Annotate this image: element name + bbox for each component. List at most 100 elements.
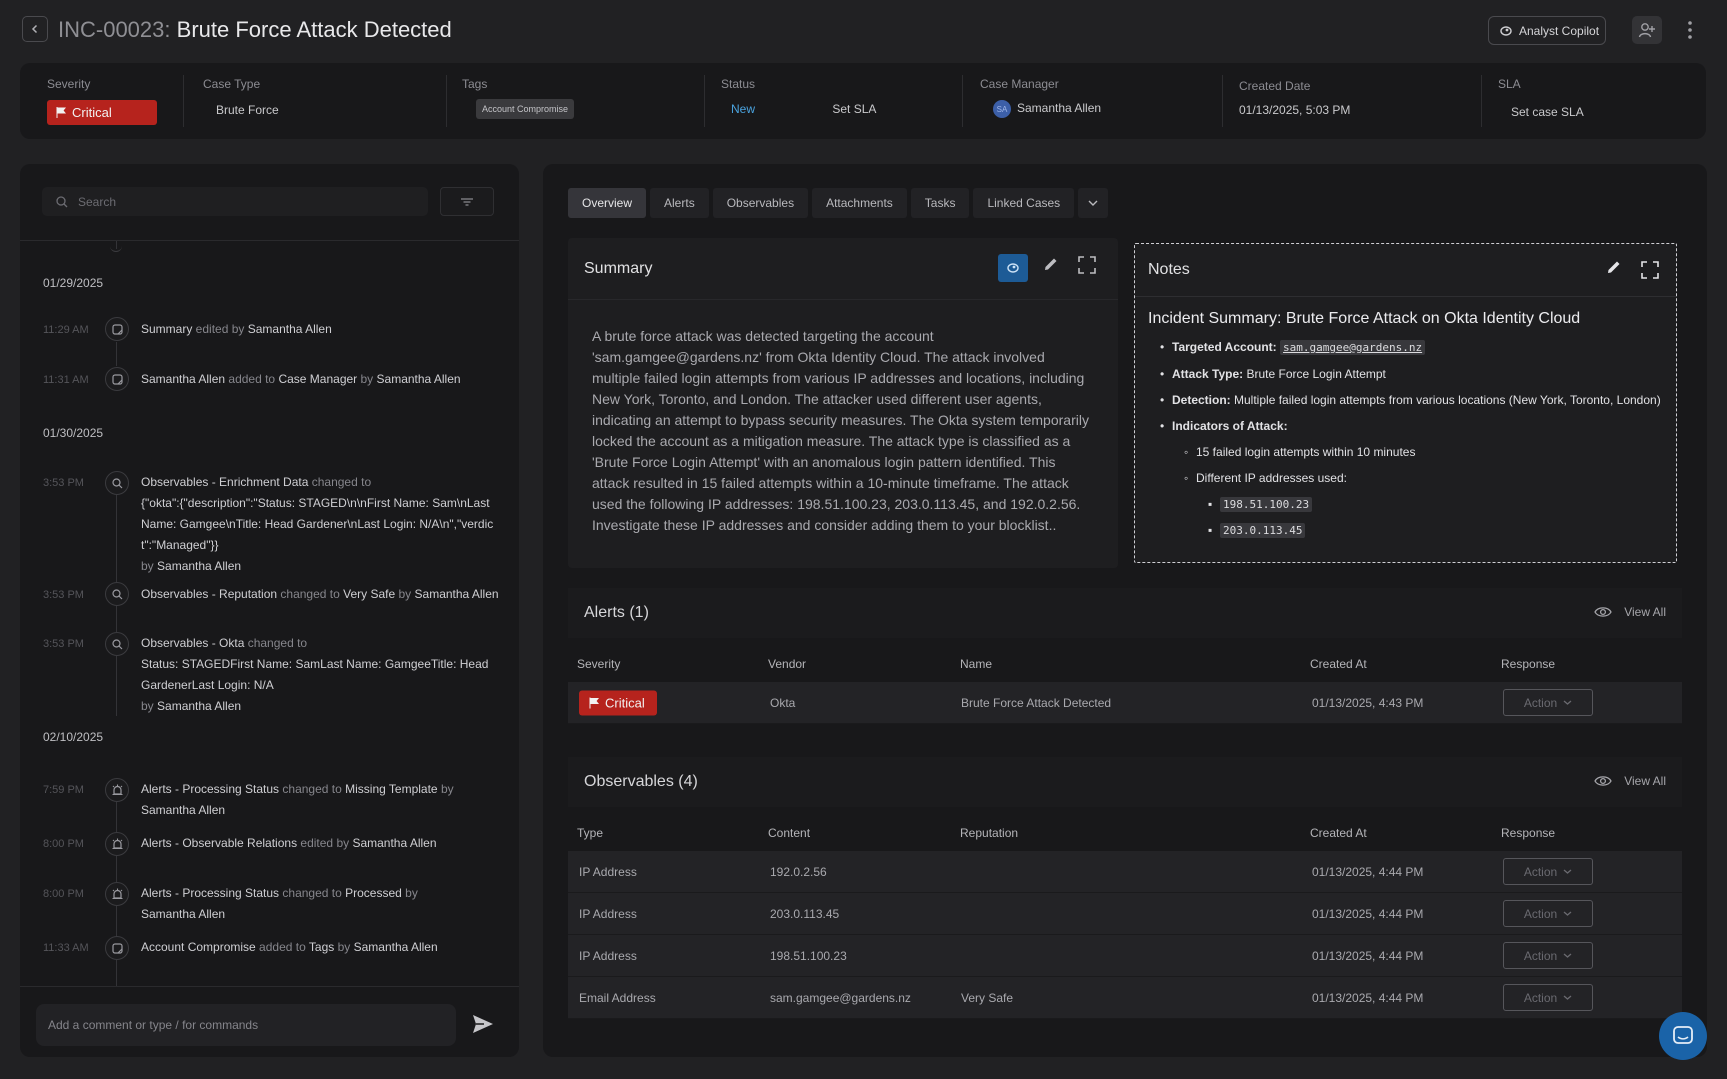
- status-value[interactable]: New: [721, 102, 755, 116]
- tab-overview[interactable]: Overview: [568, 188, 647, 218]
- observables-title: Observables (4): [584, 773, 698, 790]
- note-icon: [105, 317, 129, 341]
- flag-icon: [589, 697, 599, 708]
- sla-label: SLA: [1498, 77, 1521, 91]
- timeline-event: Summary edited by Samantha Allen: [141, 322, 332, 336]
- search-icon: [105, 471, 129, 495]
- observables-section-header: Observables (4) View All: [568, 757, 1682, 807]
- copilot-icon: [1007, 263, 1019, 273]
- tag-chip[interactable]: Account Compromise: [476, 99, 575, 119]
- expand-icon[interactable]: [1641, 261, 1659, 279]
- notes-ip-item: 198.51.100.23: [1148, 495, 1663, 514]
- search-icon: [105, 582, 129, 606]
- case-info-bar: Severity Critical Case Type Brute Force …: [20, 63, 1706, 139]
- timeline-event: Observables - Enrichment Data changed to…: [141, 475, 494, 573]
- ai-summary-button[interactable]: [998, 254, 1028, 282]
- created-date-label: Created Date: [1239, 79, 1311, 93]
- timeline-event: Alerts - Processing Status changed to Mi…: [141, 782, 454, 817]
- more-options-icon[interactable]: [1682, 18, 1698, 42]
- chevron-down-icon: [1563, 911, 1572, 916]
- search-icon: [56, 195, 68, 207]
- action-dropdown[interactable]: Action: [1503, 858, 1593, 885]
- notes-card[interactable]: Notes Incident Summary: Brute Force Atta…: [1134, 243, 1677, 563]
- chevron-left-icon: [31, 24, 38, 34]
- event-time: 3:53 PM: [43, 477, 84, 489]
- tab-linked-cases[interactable]: Linked Cases: [973, 188, 1075, 218]
- set-sla-link[interactable]: Set SLA: [832, 102, 876, 116]
- tab-bar: Overview Alerts Observables Attachments …: [568, 188, 1109, 218]
- table-row[interactable]: IP Address 198.51.100.23 01/13/2025, 4:4…: [568, 935, 1682, 977]
- tab-observables[interactable]: Observables: [712, 188, 809, 218]
- incident-title: Brute Force Attack Detected: [176, 17, 452, 42]
- notes-item: Indicators of Attack:: [1148, 417, 1663, 435]
- notes-body: Incident Summary: Brute Force Attack on …: [1148, 310, 1663, 547]
- action-dropdown[interactable]: Action: [1503, 942, 1593, 969]
- event-time: 3:53 PM: [43, 589, 84, 601]
- filter-button[interactable]: [440, 187, 494, 216]
- avatar: SA: [993, 100, 1011, 118]
- summary-text: A brute force attack was detected target…: [592, 328, 1089, 533]
- case-manager-label: Case Manager: [980, 77, 1059, 91]
- edit-icon[interactable]: [1043, 256, 1059, 272]
- chat-support-button[interactable]: [1659, 1012, 1707, 1060]
- case-manager-field: Case Manager SA Samantha Allen: [980, 77, 1101, 125]
- tags-field: Tags Account Compromise: [462, 77, 575, 125]
- back-button[interactable]: [22, 16, 48, 42]
- chevron-down-icon: [1563, 995, 1572, 1000]
- notes-title: Notes: [1148, 261, 1190, 278]
- copilot-icon: [1500, 25, 1512, 36]
- expand-icon[interactable]: [1078, 256, 1096, 274]
- activity-timeline-panel: Search 01/29/2025 11:29 AM Summary edite…: [20, 164, 519, 1057]
- notes-subitem: Different IP addresses used:: [1148, 469, 1663, 487]
- table-row[interactable]: Critical Okta Brute Force Attack Detecte…: [568, 682, 1682, 724]
- action-dropdown[interactable]: Action: [1503, 689, 1593, 716]
- note-icon: [105, 936, 129, 960]
- case-detail-panel: Overview Alerts Observables Attachments …: [543, 164, 1707, 1057]
- tab-tasks[interactable]: Tasks: [910, 188, 970, 218]
- case-type-value[interactable]: Brute Force: [203, 103, 279, 117]
- timeline-date: 01/30/2025: [43, 426, 104, 440]
- severity-label: Severity: [47, 77, 91, 91]
- edit-icon[interactable]: [1606, 259, 1622, 275]
- analyst-copilot-button[interactable]: Analyst Copilot: [1488, 16, 1606, 45]
- send-icon[interactable]: [472, 1014, 494, 1034]
- notes-item: Targeted Account: sam.gamgee@gardens.nz: [1148, 338, 1663, 357]
- severity-value: Critical: [72, 105, 112, 120]
- comment-input[interactable]: Add a comment or type / for commands: [36, 1004, 456, 1046]
- alerts-title: Alerts (1): [584, 604, 649, 621]
- tab-more-button[interactable]: [1078, 188, 1109, 218]
- status-field: Status New Set SLA: [721, 77, 876, 125]
- event-time: 11:29 AM: [43, 324, 89, 336]
- timeline-event: Observables - Reputation changed to Very…: [141, 587, 499, 601]
- timeline-event: Alerts - Observable Relations edited by …: [141, 836, 437, 850]
- search-icon: [105, 632, 129, 656]
- table-row[interactable]: Email Address sam.gamgee@gardens.nz Very…: [568, 977, 1682, 1019]
- alarm-icon: [105, 832, 129, 856]
- timeline-date: 02/10/2025: [43, 730, 104, 744]
- add-person-icon: [1638, 23, 1655, 38]
- search-input[interactable]: Search: [42, 187, 428, 216]
- case-manager-name: Samantha Allen: [1017, 101, 1102, 116]
- severity-badge[interactable]: Critical: [47, 100, 157, 125]
- assign-user-button[interactable]: [1632, 16, 1662, 44]
- case-manager-value[interactable]: SA Samantha Allen: [980, 100, 1101, 118]
- chevron-down-icon: [1563, 869, 1572, 874]
- set-case-sla-link[interactable]: Set case SLA: [1498, 105, 1584, 119]
- chevron-down-icon: [1563, 953, 1572, 958]
- action-dropdown[interactable]: Action: [1503, 900, 1593, 927]
- chevron-down-icon: [1088, 200, 1098, 206]
- alerts-view-all[interactable]: View All: [1594, 605, 1666, 619]
- tab-alerts[interactable]: Alerts: [650, 188, 709, 218]
- filter-icon: [461, 197, 473, 206]
- table-row[interactable]: IP Address 192.0.2.56 01/13/2025, 4:44 P…: [568, 851, 1682, 893]
- notes-heading: Incident Summary: Brute Force Attack on …: [1148, 310, 1581, 327]
- case-type-field: Case Type Brute Force: [203, 77, 279, 125]
- sla-field: SLA Set case SLA: [1498, 77, 1584, 125]
- alerts-table-header: Severity Vendor Name Created At Response: [577, 657, 1556, 671]
- table-row[interactable]: IP Address 203.0.113.45 01/13/2025, 4:44…: [568, 893, 1682, 935]
- action-dropdown[interactable]: Action: [1503, 984, 1593, 1011]
- observables-view-all[interactable]: View All: [1594, 774, 1666, 788]
- timeline-event: Samantha Allen added to Case Manager by …: [141, 372, 461, 386]
- tab-attachments[interactable]: Attachments: [812, 188, 907, 218]
- chevron-down-icon: [1563, 700, 1572, 705]
